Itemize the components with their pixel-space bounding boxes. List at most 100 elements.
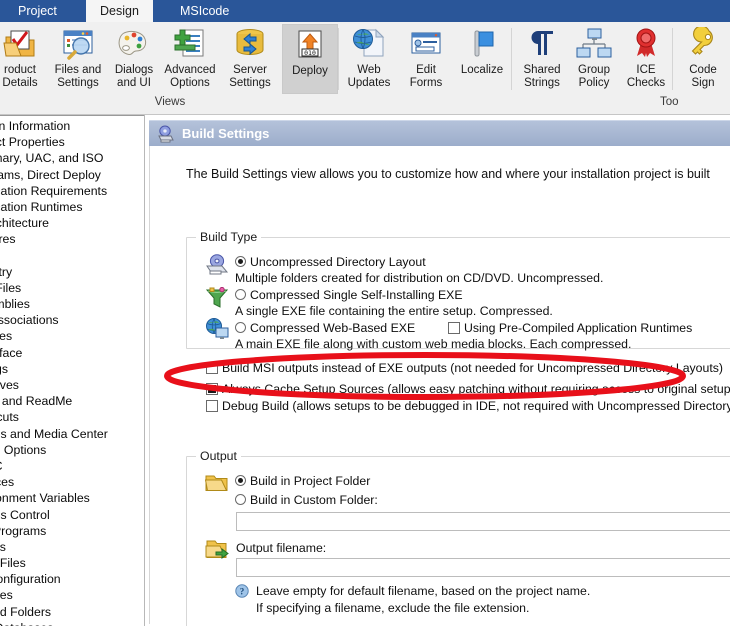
- always-cache-setup-sources-option[interactable]: Always Cache Setup Sources (allows easy …: [206, 382, 730, 396]
- sidebar-item[interactable]: Drivers: [0, 539, 144, 555]
- deploy-icon: 010: [291, 28, 329, 64]
- build-type-group: Build Type Uncompressed Directory Layout…: [186, 230, 730, 413]
- output-filename-input[interactable]: [236, 558, 730, 577]
- radio-compressed-web-based-exe[interactable]: [235, 322, 246, 333]
- sidebar-item[interactable]: Project Properties: [0, 134, 144, 150]
- output-option-project-folder[interactable]: Build in Project Folder: [235, 474, 370, 488]
- ribbon-button-web-updates[interactable]: Web Updates: [341, 24, 397, 94]
- ribbon-button-label: D: [722, 64, 730, 77]
- tab-design[interactable]: Design: [86, 0, 153, 22]
- panel-body: The Build Settings view allows you to cu…: [149, 146, 730, 626]
- ribbon-button-dialogs-and-ui[interactable]: Dialogs and UI: [106, 24, 162, 94]
- ribbon-button-group-policy[interactable]: Group Policy: [566, 24, 622, 94]
- ribbon-button-label: Shared Strings: [523, 64, 561, 89]
- build-type-option-description: A single EXE file containing the entire …: [235, 304, 553, 318]
- ribbon-group-label-tools: Too: [660, 96, 679, 108]
- ribbon-button-label: Files and Settings: [54, 64, 102, 89]
- ribbon-group-label-views: Views: [154, 96, 186, 108]
- sidebar-item[interactable]: up Architecture: [0, 215, 144, 231]
- sidebar-item[interactable]: anced Options: [0, 442, 144, 458]
- build-msi-outputs-option[interactable]: Build MSI outputs instead of EXE outputs…: [206, 361, 723, 375]
- sidebar-item[interactable]: Application Requirements: [0, 183, 144, 199]
- main-content: Build Settings The Build Settings view a…: [145, 115, 730, 626]
- sidebar-item[interactable]: EULA and ReadMe: [0, 393, 144, 409]
- debug-build-label: Debug Build (allows setups to be debugge…: [222, 399, 730, 413]
- sidebar-item[interactable]: Services: [0, 474, 144, 490]
- sidebar-item[interactable]: Features: [0, 231, 144, 247]
- sidebar-item[interactable]: Creatives: [0, 377, 144, 393]
- sidebar-item[interactable]: Games and Media Center: [0, 426, 144, 442]
- output-filename-label: Output filename:: [236, 541, 327, 555]
- ribbon-button-label: Server Settings: [229, 64, 271, 89]
- ribbon-button-cutoff[interactable]: D: [722, 24, 730, 94]
- ribbon-button-advanced-options[interactable]: Advanced Options: [162, 24, 218, 94]
- ribbon: roduct Details Files and Settings Dialog…: [0, 22, 730, 115]
- sidebar-item[interactable]: Access Control: [0, 507, 144, 523]
- custom-folder-input[interactable]: [236, 512, 730, 531]
- group-policy-icon: [575, 27, 613, 63]
- ribbon-buttons: roduct Details Files and Settings Dialog…: [0, 22, 730, 94]
- tab-msicode[interactable]: MSIcode: [166, 0, 243, 22]
- sidebar-item[interactable]: IIS Sites: [0, 587, 144, 603]
- sidebar-item[interactable]: Shared Folders: [0, 604, 144, 620]
- sidebar-item[interactable]: r Interface: [0, 345, 144, 361]
- build-type-option-web-based-exe[interactable]: Compressed Web-Based EXE: [235, 321, 415, 335]
- ribbon-separator: [338, 28, 339, 90]
- sidebar-item[interactable]: SQL Databases: [0, 620, 144, 626]
- radio-build-in-custom-folder[interactable]: [235, 494, 246, 505]
- ribbon-button-ice-checks[interactable]: ICE Checks: [618, 24, 674, 94]
- ribbon-button-localize[interactable]: Localize: [454, 24, 510, 94]
- ribbon-button-files-and-settings[interactable]: Files and Settings: [50, 24, 106, 94]
- precompiled-runtimes-option[interactable]: Using Pre-Compiled Application Runtimes: [448, 321, 692, 335]
- ribbon-button-server-settings[interactable]: Server Settings: [222, 24, 278, 94]
- navigation-sidebar[interactable]: lication InformationProject PropertiesSu…: [0, 115, 145, 626]
- build-type-option-single-exe[interactable]: Compressed Single Self-Installing EXE: [235, 288, 463, 302]
- dialogs-ui-icon: [115, 27, 153, 63]
- debug-build-option[interactable]: Debug Build (allows setups to be debugge…: [206, 399, 730, 413]
- sidebar-item[interactable]: Dialogs: [0, 361, 144, 377]
- application-window: Project Design MSIcode roduct Details Fi…: [0, 0, 730, 626]
- checkbox-always-cache-setup-sources[interactable]: [206, 383, 218, 395]
- sidebar-item[interactable]: Summary, UAC, and ISO: [0, 150, 144, 166]
- code-sign-key-icon: [684, 25, 722, 63]
- radio-uncompressed-directory-layout[interactable]: [235, 256, 246, 267]
- ribbon-button-edit-forms[interactable]: Edit Forms: [398, 24, 454, 94]
- sidebar-item[interactable]: File Associations: [0, 312, 144, 328]
- cd-disc-icon: [205, 254, 229, 276]
- sidebar-item[interactable]: Registry: [0, 264, 144, 280]
- panel-title: Build Settings: [182, 126, 270, 141]
- sidebar-item[interactable]: lication Information: [0, 118, 144, 134]
- sidebar-item[interactable]: INI Files: [0, 328, 144, 344]
- sidebar-item-list: lication InformationProject PropertiesSu…: [0, 118, 144, 626]
- checkbox-using-precompiled-runtimes[interactable]: [448, 322, 460, 334]
- radio-compressed-single-self-installing-exe[interactable]: [235, 289, 246, 300]
- ribbon-button-label: Dialogs and UI: [114, 64, 154, 89]
- checkbox-build-msi-outputs[interactable]: [206, 362, 218, 374]
- ice-checks-icon: [627, 27, 665, 63]
- globe-monitor-icon: [205, 318, 229, 340]
- radio-build-in-project-folder[interactable]: [235, 475, 246, 486]
- sidebar-item[interactable]: ver Configuration: [0, 571, 144, 587]
- build-type-option-description: A main EXE file along with custom web me…: [235, 337, 632, 351]
- sidebar-item[interactable]: Shortcuts: [0, 409, 144, 425]
- ribbon-button-deploy[interactable]: 010 Deploy: [282, 24, 338, 94]
- advanced-options-icon: [171, 27, 209, 63]
- sidebar-item[interactable]: XML Files: [0, 280, 144, 296]
- panel-intro-text: The Build Settings view allows you to cu…: [186, 167, 710, 181]
- ribbon-button-shared-strings[interactable]: Shared Strings: [514, 24, 570, 94]
- ribbon-button-product-details[interactable]: roduct Details: [0, 24, 48, 94]
- sidebar-item[interactable]: Environment Variables: [0, 490, 144, 506]
- sidebar-item[interactable]: Application Runtimes: [0, 199, 144, 215]
- output-option-custom-folder[interactable]: Build in Custom Folder:: [235, 493, 378, 507]
- sidebar-item[interactable]: Programs, Direct Deploy: [0, 167, 144, 183]
- server-settings-icon: [231, 27, 269, 63]
- build-type-option-label: Compressed Single Self-Installing EXE: [250, 288, 463, 302]
- build-type-option-uncompressed[interactable]: Uncompressed Directory Layout: [235, 255, 426, 269]
- tab-project[interactable]: Project: [4, 0, 71, 22]
- sidebar-item[interactable]: Assemblies: [0, 296, 144, 312]
- sidebar-item[interactable]: Files: [0, 248, 144, 264]
- checkbox-debug-build[interactable]: [206, 400, 218, 412]
- sidebar-item[interactable]: ODBC: [0, 458, 144, 474]
- sidebar-item[interactable]: Run Programs: [0, 523, 144, 539]
- sidebar-item[interactable]: Local Files: [0, 555, 144, 571]
